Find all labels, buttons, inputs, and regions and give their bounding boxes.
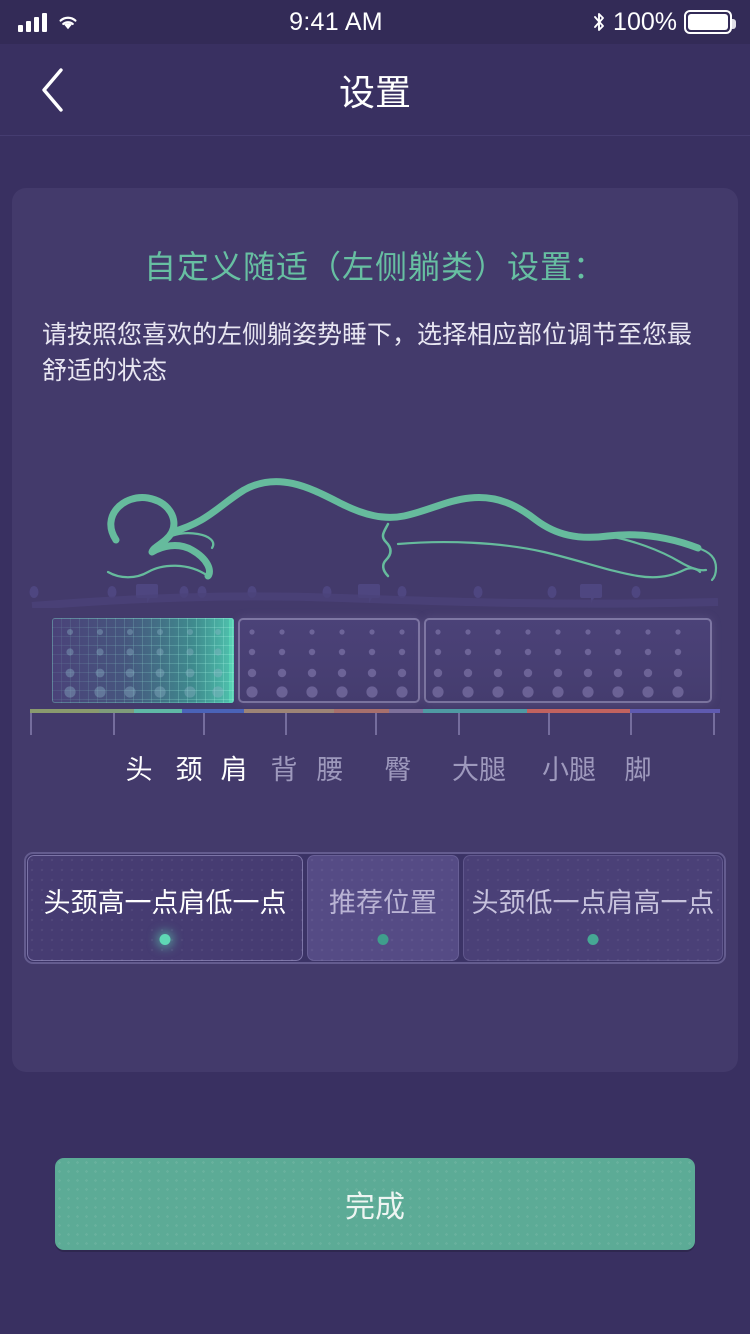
position-option-group: 头颈高一点肩低一点 推荐位置 头颈低一点肩高一点 [24,852,726,964]
zone-back-waist-hip[interactable] [238,618,420,703]
body-label-head: 头 [125,755,153,785]
status-bar: 9:41 AM 100% [0,0,750,44]
option-indicator-dot [587,934,599,945]
option-indicator-dot [377,934,389,945]
chevron-left-icon [42,67,63,112]
sensor-marker-row [12,578,738,610]
settings-card: 自定义随适（左侧躺类）设置： 请按照您喜欢的左侧躺姿势睡下，选择相应部位调节至您… [12,188,738,1072]
mattress-zone-visualization [12,578,738,738]
zone3-pressure-dots [424,618,712,703]
status-right-group: 100% [592,7,736,37]
status-left-group [18,12,80,32]
cellular-signal-icon [18,12,47,32]
battery-icon [684,10,736,34]
wifi-icon [56,12,80,32]
body-label-back: 背 [270,755,298,785]
done-button[interactable]: 完成 [55,1158,695,1250]
option-head-higher-shoulder-lower[interactable]: 头颈高一点肩低一点 [27,855,303,961]
zone1-pressure-dots [52,618,234,703]
back-button[interactable] [26,63,80,117]
body-label-neck: 颈 [175,755,203,785]
status-time: 9:41 AM [289,7,383,36]
navigation-bar: 设置 [0,44,750,136]
option-head-lower-shoulder-higher[interactable]: 头颈低一点肩高一点 [463,855,723,961]
battery-percent-label: 100% [613,7,677,36]
body-label-waist: 腰 [316,755,344,785]
option-selected-indicator-dot [159,934,171,945]
body-label-hip: 臀 [384,755,412,785]
body-label-foot: 脚 [624,755,652,785]
zone-strip [52,618,712,703]
body-label-shoulder: 肩 [220,755,248,785]
card-title: 自定义随适（左侧躺类）设置： [143,249,606,285]
body-part-labels: 头 颈 肩 背 腰 臀 大腿 小腿 脚 [12,748,738,794]
option-label: 推荐位置 [329,887,437,918]
side-sleeper-figure-icon [12,476,738,586]
zone2-pressure-dots [238,618,420,703]
option-recommended-position[interactable]: 推荐位置 [307,855,459,961]
option-label: 头颈低一点肩高一点 [471,887,715,918]
zone-leg-foot[interactable] [424,618,712,703]
body-label-calf: 小腿 [542,755,596,785]
calibration-tick-marks [30,713,720,735]
bluetooth-icon [592,11,606,33]
page-title: 设置 [338,71,411,113]
zone-head-neck-shoulder[interactable] [52,618,234,703]
option-label: 头颈高一点肩低一点 [43,887,287,918]
card-description: 请按照您喜欢的左侧躺姿势睡下，选择相应部位调节至您最舒适的状态 [42,321,693,385]
body-label-thigh: 大腿 [452,755,506,785]
